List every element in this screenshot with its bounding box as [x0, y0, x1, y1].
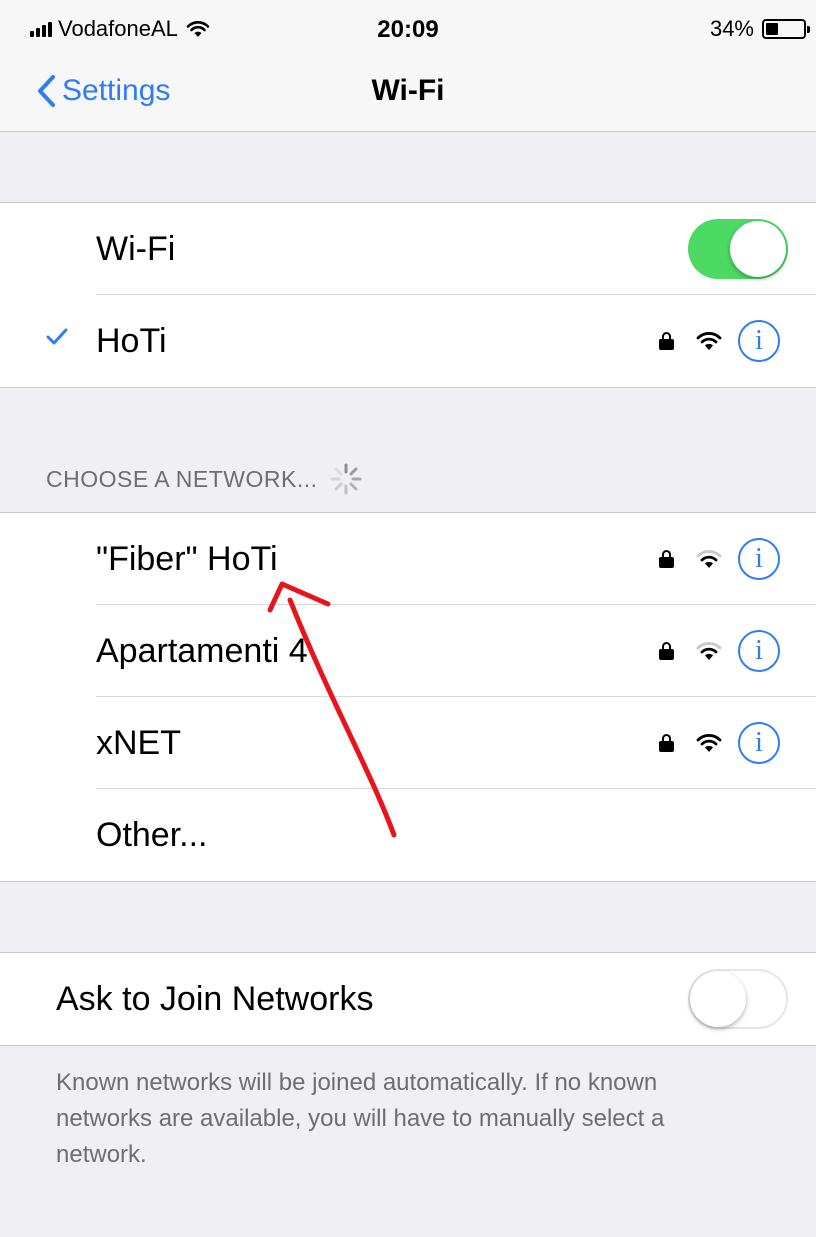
section-header-label: CHOOSE A NETWORK...: [46, 465, 318, 492]
connected-network-row[interactable]: HoTi i: [0, 295, 816, 387]
ask-to-join-toggle[interactable]: [688, 969, 788, 1029]
ask-to-join-label: Ask to Join Networks: [56, 979, 374, 1018]
navigation-bar: Settings Wi-Fi: [0, 58, 816, 132]
network-name: "Fiber" HoTi: [96, 539, 278, 578]
wifi-toggle[interactable]: [688, 219, 788, 279]
back-label: Settings: [62, 74, 171, 107]
lock-icon: [659, 550, 674, 568]
back-button[interactable]: Settings: [36, 74, 170, 108]
wifi-signal-icon: [696, 332, 722, 350]
wifi-signal-icon: [696, 642, 722, 660]
battery-info: 34%: [709, 16, 810, 42]
wifi-signal-icon: [696, 734, 722, 752]
network-row[interactable]: "Fiber" HoTi i: [0, 513, 816, 605]
lock-icon: [659, 642, 674, 660]
status-time: 20:09: [377, 16, 439, 43]
wifi-signal-icon: [696, 550, 722, 568]
choose-network-header: CHOOSE A NETWORK...: [46, 462, 363, 496]
info-button[interactable]: i: [738, 538, 780, 580]
footer-description: Known networks will be joined automatica…: [56, 1069, 665, 1168]
ask-to-join-row: Ask to Join Networks: [0, 953, 816, 1045]
other-network-row[interactable]: Other...: [0, 789, 816, 881]
network-row[interactable]: xNET i: [0, 697, 816, 789]
chevron-left-icon: [38, 75, 55, 107]
battery-percent: 34%: [709, 16, 754, 41]
wifi-label: Wi-Fi: [96, 229, 176, 268]
other-network-label: Other...: [96, 815, 208, 854]
status-bar: VodafoneAL 20:09 34%: [0, 0, 816, 58]
battery-icon: [762, 19, 810, 39]
network-name: Apartamenti 4: [96, 631, 308, 670]
lock-icon: [659, 332, 674, 350]
lock-icon: [659, 734, 674, 752]
info-button[interactable]: i: [738, 722, 780, 764]
checkmark-icon: [46, 328, 68, 345]
loading-spinner-icon: [330, 463, 362, 495]
network-row[interactable]: Apartamenti 4 i: [0, 605, 816, 697]
network-name: xNET: [96, 723, 181, 762]
info-button[interactable]: i: [738, 630, 780, 672]
wifi-toggle-row: Wi-Fi: [0, 203, 816, 295]
info-button[interactable]: i: [738, 320, 780, 362]
wifi-group: Wi-Fi HoTi i: [0, 202, 816, 388]
connected-network-name: HoTi: [96, 321, 167, 360]
networks-group: "Fiber" HoTi i Apartamenti 4 i xNET i Ot…: [0, 512, 816, 882]
ask-to-join-group: Ask to Join Networks: [0, 952, 816, 1046]
